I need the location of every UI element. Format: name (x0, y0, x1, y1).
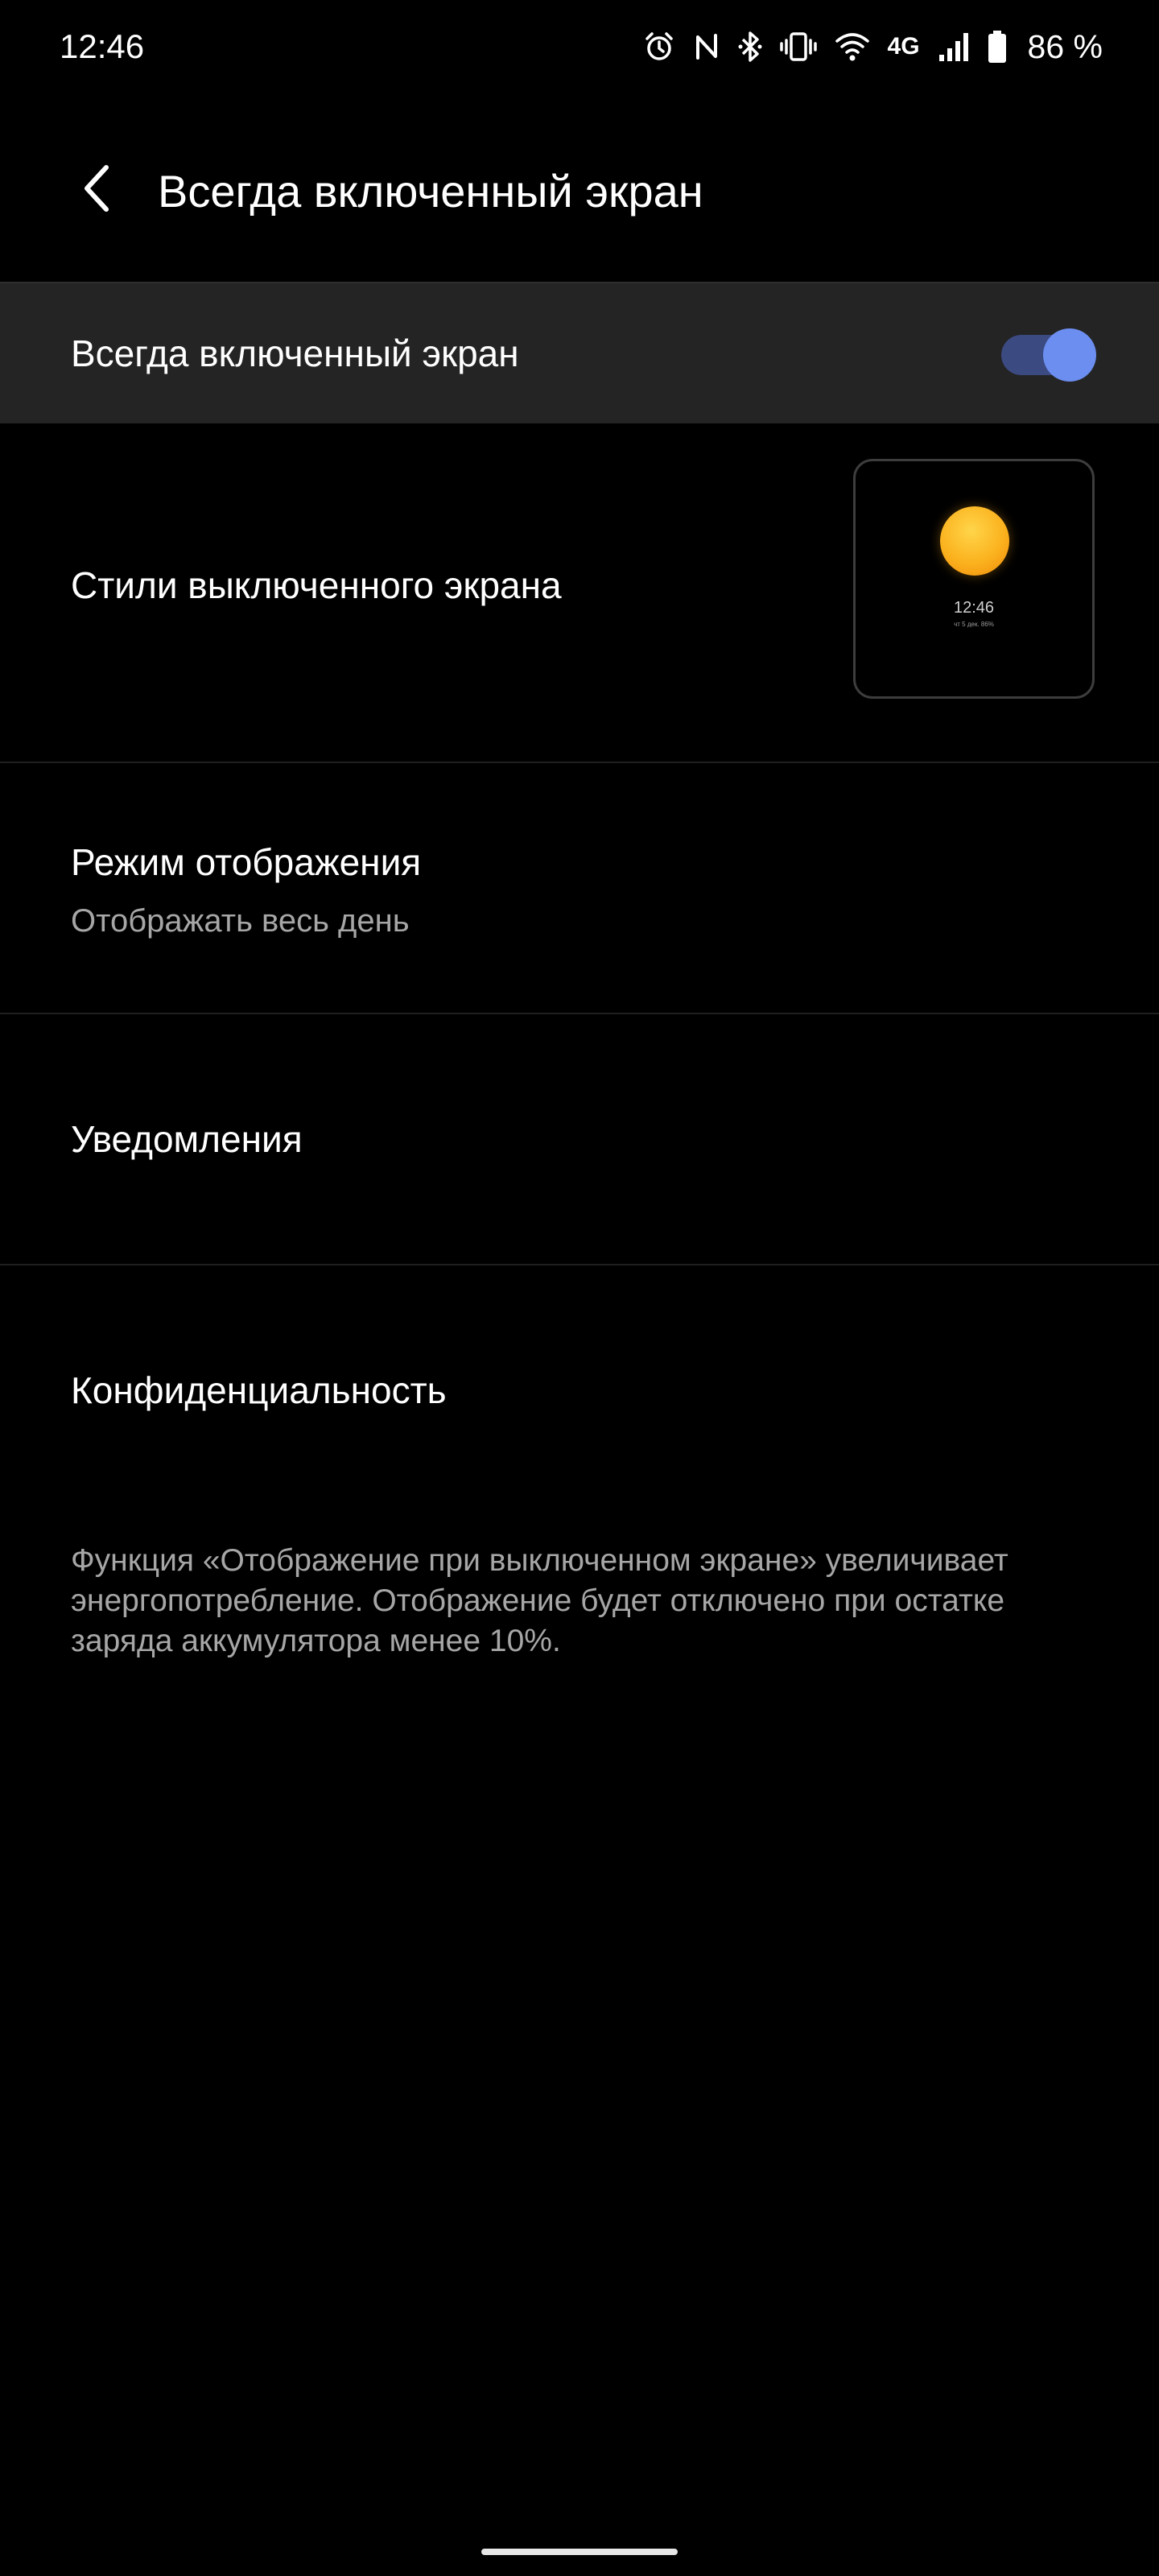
network-type-label: 4G (887, 33, 920, 60)
nfc-icon (693, 31, 720, 63)
page-title: Всегда включенный экран (158, 166, 703, 217)
style-preview-thumbnail[interactable]: 12:46 чт 5 дек. 86% (853, 459, 1095, 699)
battery-usage-note: Функция «Отображение при выключенном экр… (71, 1543, 1008, 1658)
wifi-icon (835, 31, 870, 62)
preview-date: чт 5 дек. 86% (954, 621, 994, 628)
alarm-icon (643, 31, 675, 63)
display-mode-row[interactable]: Режим отображения Отображать весь день (0, 763, 1159, 1013)
preview-time: 12:46 (953, 599, 995, 617)
notifications-title: Уведомления (71, 1118, 303, 1160)
display-mode-subtitle: Отображать весь день (71, 903, 410, 939)
privacy-row[interactable]: Конфиденциальность (0, 1265, 1159, 1515)
display-mode-title: Режим отображения (71, 841, 422, 883)
bluetooth-icon (738, 30, 762, 64)
gesture-nav-handle[interactable] (481, 2549, 678, 2555)
status-icons: 4G 86 % (643, 23, 1103, 71)
styles-row[interactable]: Стили выключенного экрана 12:46 чт 5 дек… (0, 423, 1159, 762)
chevron-left-icon (79, 163, 114, 218)
toggle-thumb (1043, 328, 1096, 382)
sun-icon (940, 506, 1009, 576)
battery-icon (988, 30, 1007, 64)
status-bar: 12:46 4G 86 % (0, 0, 1159, 93)
privacy-title: Конфиденциальность (71, 1369, 447, 1411)
app-bar: Всегда включенный экран (0, 137, 1159, 242)
notifications-row[interactable]: Уведомления (0, 1014, 1159, 1264)
main-switch-row[interactable]: Всегда включенный экран (0, 282, 1159, 423)
status-time: 12:46 (60, 27, 145, 65)
battery-percent: 86 % (1027, 27, 1103, 65)
always-on-toggle[interactable] (1001, 328, 1096, 382)
styles-row-title: Стили выключенного экрана (71, 564, 562, 606)
main-switch-label: Всегда включенный экран (71, 332, 519, 374)
back-button[interactable] (56, 158, 137, 222)
vibrate-icon (779, 31, 817, 63)
signal-icon (938, 31, 970, 63)
